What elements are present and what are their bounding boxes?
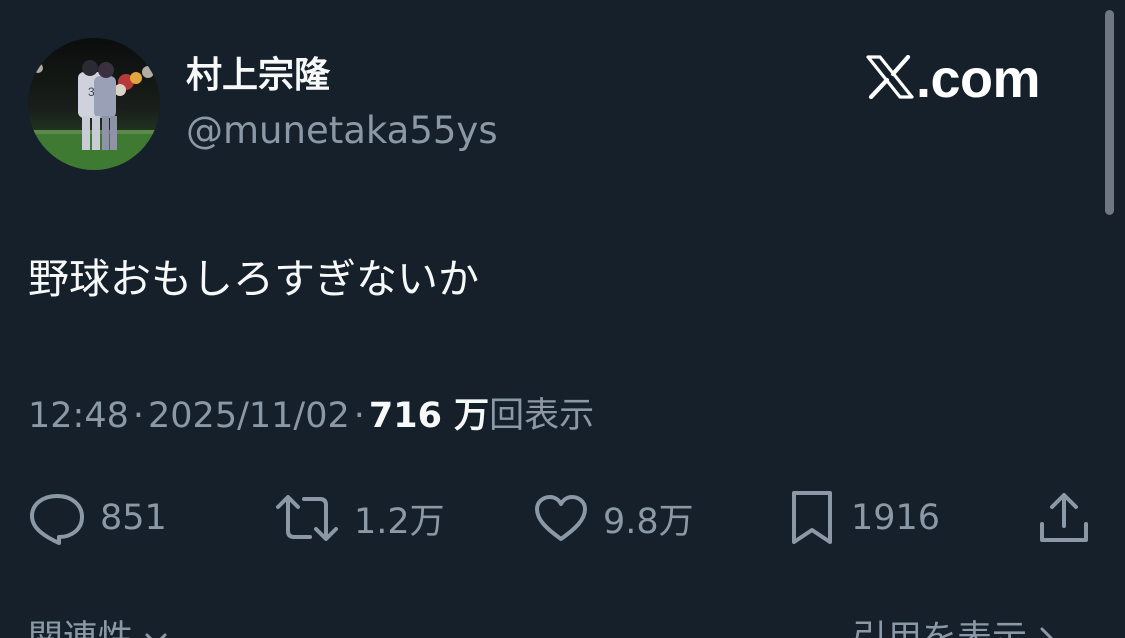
tweet-date[interactable]: 2025/11/02 [148, 396, 350, 436]
reply-button[interactable]: 851 [28, 490, 167, 546]
author-handle[interactable]: @munetaka55ys [186, 108, 498, 154]
tweet-time[interactable]: 12:48 [28, 396, 129, 436]
reply-icon [28, 491, 86, 545]
chevron-right-icon [1038, 619, 1058, 638]
avatar[interactable]: 3 [28, 38, 160, 170]
repost-count: 1.2万 [354, 501, 445, 542]
like-count: 9.8万 [603, 501, 694, 542]
share-icon [1036, 490, 1092, 546]
chevron-down-icon [144, 619, 168, 638]
reply-count: 851 [100, 498, 167, 538]
sort-relevance-toggle[interactable]: 関連性 [28, 616, 168, 638]
views-label: 回表示 [489, 396, 595, 436]
view-quotes-link[interactable]: 引用を表示 [852, 616, 1058, 638]
view-quotes-label: 引用を表示 [852, 619, 1027, 638]
repost-button[interactable]: 1.2万 [274, 490, 445, 546]
like-button[interactable]: 9.8万 [533, 490, 694, 546]
meta-separator: · [132, 396, 145, 436]
repost-icon [274, 493, 340, 543]
heart-icon [533, 493, 589, 543]
share-button[interactable] [1036, 490, 1092, 546]
sort-relevance-label: 関連性 [28, 619, 133, 638]
bookmark-icon [787, 489, 837, 547]
views-count[interactable]: 716 万 [369, 396, 489, 436]
tweet-screen: 3 村上宗隆 @munetaka55ys .com 野球おもしろすぎないか 12… [0, 0, 1125, 638]
bookmark-button[interactable]: 1916 [787, 490, 940, 546]
author-display-name[interactable]: 村上宗隆 [186, 54, 330, 98]
tweet-text: 野球おもしろすぎないか [28, 255, 479, 303]
scrollbar-thumb[interactable] [1105, 10, 1114, 215]
bookmark-count: 1916 [851, 498, 941, 538]
tweet-meta: 12:48 · 2025/11/02 · 716 万回表示 [28, 393, 594, 439]
x-logo-icon [866, 54, 914, 103]
brand-domain-text: .com [916, 49, 1041, 109]
meta-separator: · [353, 396, 365, 436]
x-brand-logo: .com [866, 49, 1041, 109]
svg-text:3: 3 [88, 85, 95, 99]
